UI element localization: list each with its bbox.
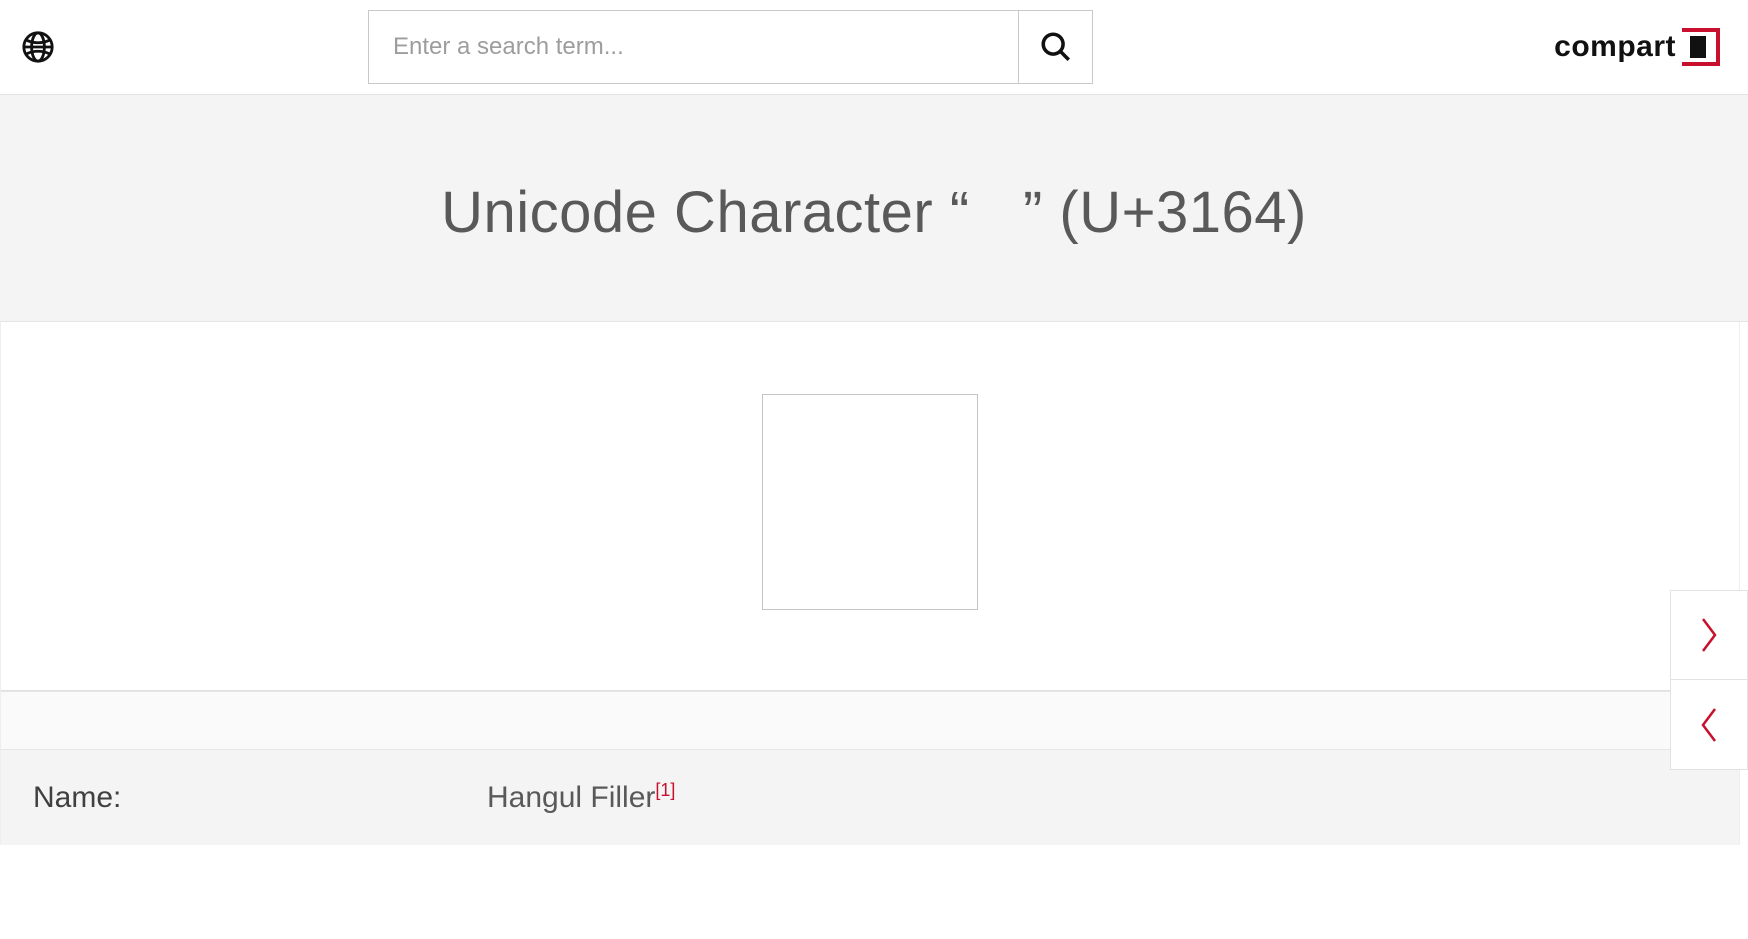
glyph-preview-area: ㅤ xyxy=(1,322,1739,690)
search-input[interactable] xyxy=(369,11,1018,83)
chevron-right-icon xyxy=(1695,615,1723,655)
site-header: compart xyxy=(0,0,1748,95)
table-header-spacer xyxy=(1,691,1739,749)
logo-icon xyxy=(1682,28,1720,66)
property-value: Hangul Filler[1] xyxy=(487,780,675,815)
search-icon xyxy=(1039,30,1073,64)
logo-link[interactable]: compart xyxy=(1554,28,1728,66)
property-label: Name: xyxy=(33,781,487,815)
globe-icon xyxy=(21,30,55,64)
page-title: Unicode Character “ㅤ” (U+3164) xyxy=(20,165,1728,249)
properties-table: Name: Hangul Filler[1] xyxy=(1,690,1739,845)
previous-character-button[interactable] xyxy=(1670,680,1748,770)
character-nav xyxy=(1670,590,1748,770)
glyph-box: ㅤ xyxy=(762,394,978,610)
next-character-button[interactable] xyxy=(1670,590,1748,680)
search-box xyxy=(368,10,1093,84)
property-row-name: Name: Hangul Filler[1] xyxy=(1,749,1739,845)
property-value-text: Hangul Filler xyxy=(487,781,655,814)
title-bar: Unicode Character “ㅤ” (U+3164) xyxy=(0,95,1748,322)
language-button[interactable] xyxy=(20,29,56,65)
logo-text: compart xyxy=(1554,30,1676,64)
content-area: ㅤ Name: Hangul Filler[1] xyxy=(0,322,1740,845)
footnote-link[interactable]: [1] xyxy=(655,780,675,800)
chevron-left-icon xyxy=(1695,705,1723,745)
search-button[interactable] xyxy=(1018,11,1092,83)
